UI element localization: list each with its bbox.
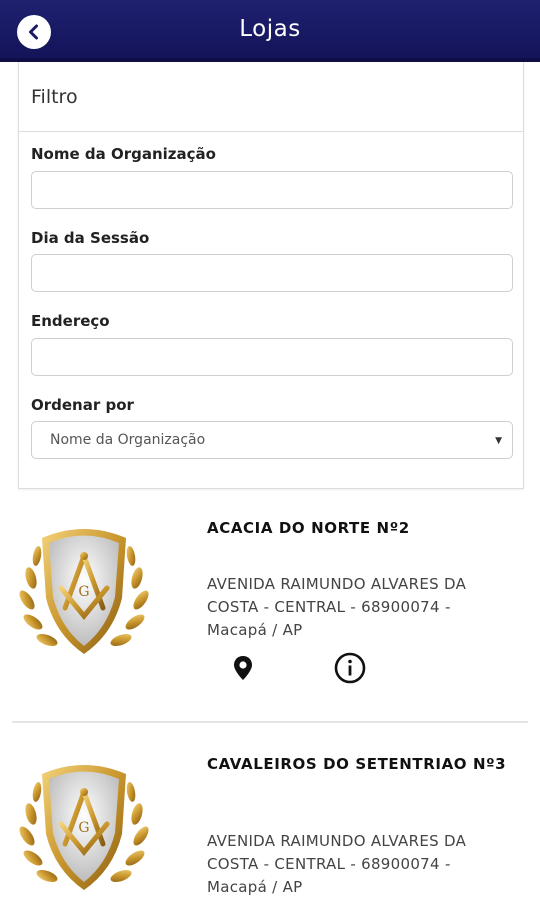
- sort-by-select[interactable]: Nome da Organização ▼: [31, 421, 513, 459]
- info-icon[interactable]: [334, 652, 366, 684]
- organization-name-input[interactable]: [31, 171, 513, 209]
- organization-name-label: Nome da Organização: [31, 145, 216, 163]
- lodge-name: CAVALEIROS DO SETENTRIAO Nº3: [207, 755, 507, 773]
- lodge-name: ACACIA DO NORTE Nº2: [207, 519, 410, 537]
- page-title: Lojas: [239, 16, 301, 42]
- address-input[interactable]: [31, 338, 513, 376]
- masonic-emblem-icon: G: [19, 529, 149, 654]
- app-bar: Lojas: [0, 0, 540, 62]
- list-divider: [12, 721, 528, 723]
- svg-text:G: G: [78, 584, 89, 600]
- location-pin-icon[interactable]: [231, 654, 255, 682]
- sort-by-selected-value: Nome da Organização: [50, 432, 206, 448]
- dropdown-caret-icon: ▼: [495, 436, 502, 446]
- session-day-label: Dia da Sessão: [31, 229, 150, 247]
- lodge-list-item[interactable]: G CAVALEIROS DO SETENTRIAO Nº3 AVENIDA R…: [0, 750, 540, 900]
- lodge-list-item[interactable]: G ACACIA DO NORTE Nº2 AVENIDA RAIMUNDO A…: [0, 512, 540, 724]
- masonic-emblem-icon: G: [19, 765, 149, 890]
- session-day-input[interactable]: [31, 254, 513, 292]
- svg-text:G: G: [78, 820, 89, 836]
- filter-card: Filtro Nome da Organização Dia da Sessão…: [18, 62, 524, 489]
- address-label: Endereço: [31, 312, 110, 330]
- filter-heading: Filtro: [19, 62, 523, 132]
- lodge-address: AVENIDA RAIMUNDO ALVARES DA COSTA - CENT…: [207, 575, 467, 639]
- lodge-address: AVENIDA RAIMUNDO ALVARES DA COSTA - CENT…: [207, 832, 467, 896]
- sort-by-label: Ordenar por: [31, 396, 134, 414]
